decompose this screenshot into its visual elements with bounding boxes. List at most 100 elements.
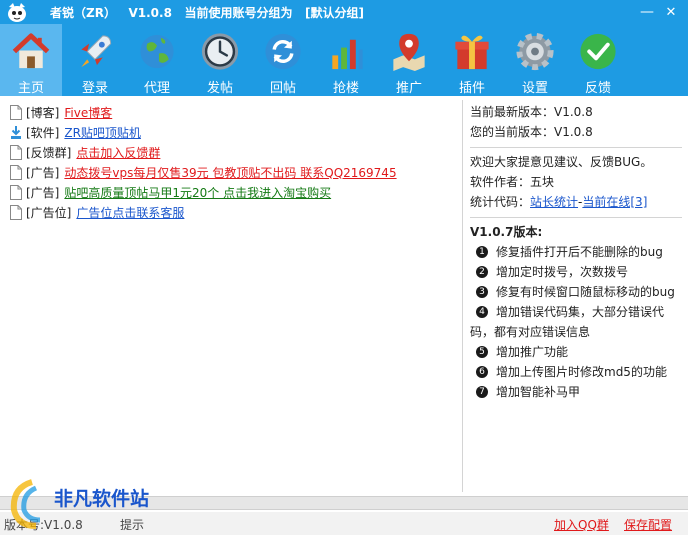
bar-chart-icon — [332, 39, 363, 70]
feedback-group-link[interactable]: 点击加入反馈群 — [76, 144, 160, 161]
bullet-number: 5 — [476, 346, 488, 358]
changelog-text: 修复插件打开后不能删除的bug — [496, 245, 663, 259]
info-panel: 当前最新版本：V1.0.8 您的当前版本：V1.0.8 欢迎大家提意见建议、反馈… — [470, 102, 682, 402]
bullet-number: 4 — [476, 306, 488, 318]
tab-promote[interactable]: 推广 — [378, 24, 440, 96]
window-title: 者锐（ZR） V1.0.8 当前使用账号分组为 [默认分组] — [50, 5, 364, 20]
document-icon — [10, 184, 22, 200]
tab-login-label: 登录 — [81, 81, 108, 96]
title-bar: 者锐（ZR） V1.0.8 当前使用账号分组为 [默认分组] — ✕ — [0, 0, 688, 24]
list-item: [博客] Five博客 — [4, 102, 459, 122]
document-icon — [10, 144, 22, 160]
author-text: 软件作者：五块 — [470, 175, 555, 189]
link-tag: [反馈群] — [26, 145, 72, 160]
blog-link[interactable]: Five博客 — [64, 104, 112, 121]
document-icon — [10, 164, 22, 180]
link-tag: [广告位] — [26, 205, 72, 220]
tab-home[interactable]: 主页 — [0, 24, 62, 96]
link-tag: [广告] — [26, 185, 60, 200]
download-icon — [11, 125, 21, 139]
tab-grab-floor-label: 抢楼 — [332, 81, 359, 96]
tab-post[interactable]: 发帖 — [189, 24, 251, 96]
gift-icon — [455, 35, 489, 70]
divider — [470, 217, 682, 218]
changelog-item: 5 增加推广功能 — [470, 342, 682, 362]
changelog-item: 3 修复有时候窗口随鼠标移动的bug — [470, 282, 682, 302]
app-logo-icon — [8, 3, 26, 22]
ad-slot-link[interactable]: 广告位点击联系客服 — [76, 204, 184, 221]
bullet-number: 7 — [476, 386, 488, 398]
panel-divider — [462, 100, 463, 492]
bullet-number: 1 — [476, 246, 488, 258]
ad-taobao-link[interactable]: 贴吧高质量顶帖马甲1元20个 点击我进入淘宝购买 — [64, 184, 331, 201]
status-bar: 版本号:V1.0.8 提示 加入QQ群 保存配置 — [0, 512, 688, 535]
tab-reply[interactable]: 回帖 — [252, 24, 314, 96]
stats-link[interactable]: 站长统计 — [530, 195, 578, 209]
current-version: 您的当前版本：V1.0.8 — [470, 125, 593, 139]
link-list: [博客] Five博客 [软件] ZR贴吧顶贴机 [反馈群] 点击加入反馈群 [… — [4, 102, 459, 222]
software-link[interactable]: ZR贴吧顶贴机 — [64, 124, 141, 141]
changelog-title: V1.0.7版本: — [470, 225, 543, 239]
list-item: [广告] 动态拨号vps每月仅售39元 包教顶贴不出码 联系QQ2169745 — [4, 162, 459, 182]
tab-login[interactable]: 登录 — [64, 24, 126, 96]
tab-grab-floor[interactable]: 抢楼 — [315, 24, 377, 96]
tab-proxy-label: 代理 — [143, 81, 170, 96]
changelog-text: 修复有时候窗口随鼠标移动的bug — [496, 285, 675, 299]
horizontal-scrollbar[interactable] — [0, 496, 688, 510]
welcome-text: 欢迎大家提意见建议、反馈BUG。 — [470, 155, 653, 169]
stats-row: 统计代码：站长统计-当前在线[3] — [470, 192, 682, 212]
gear-icon — [516, 32, 554, 71]
close-button[interactable]: ✕ — [660, 2, 682, 22]
refresh-icon — [265, 33, 301, 70]
document-icon — [10, 104, 22, 120]
tab-promote-label: 推广 — [395, 81, 422, 96]
ad-vps-link[interactable]: 动态拨号vps每月仅售39元 包教顶贴不出码 联系QQ2169745 — [64, 164, 396, 181]
tip-label: 提示 — [120, 518, 145, 532]
minimize-button[interactable]: — — [636, 2, 658, 22]
list-item: [反馈群] 点击加入反馈群 — [4, 142, 459, 162]
tab-plugins-label: 插件 — [458, 81, 485, 96]
tab-home-label: 主页 — [17, 81, 44, 96]
changelog-text: 增加定时拨号，次数拨号 — [496, 265, 629, 279]
checkmark-icon — [580, 33, 616, 70]
globe-icon — [140, 34, 174, 69]
link-tag: [软件] — [26, 125, 60, 140]
map-pin-icon — [393, 33, 425, 72]
changelog-item: 1 修复插件打开后不能删除的bug — [470, 242, 682, 262]
tab-settings-label: 设置 — [521, 81, 548, 96]
link-tag: [博客] — [26, 105, 60, 120]
bullet-number: 2 — [476, 266, 488, 278]
online-count-link[interactable]: 当前在线[3] — [582, 195, 647, 209]
changelog-item: 7 增加智能补马甲 — [470, 382, 682, 402]
list-item: [广告] 贴吧高质量顶帖马甲1元20个 点击我进入淘宝购买 — [4, 182, 459, 202]
rocket-icon — [81, 35, 112, 68]
version-label: 版本号:V1.0.8 — [4, 518, 83, 532]
divider — [470, 147, 682, 148]
clock-icon — [201, 33, 239, 70]
list-item: [广告位] 广告位点击联系客服 — [4, 202, 459, 222]
document-icon — [10, 204, 22, 220]
tab-plugins[interactable]: 插件 — [441, 24, 503, 96]
tab-feedback[interactable]: 反馈 — [567, 24, 629, 96]
changelog-item: 2 增加定时拨号，次数拨号 — [470, 262, 682, 282]
link-tag: [广告] — [26, 165, 60, 180]
tab-settings[interactable]: 设置 — [504, 24, 566, 96]
tab-reply-label: 回帖 — [269, 81, 296, 96]
tab-proxy[interactable]: 代理 — [126, 24, 188, 96]
changelog-continuation: 码，都有对应错误信息 — [470, 325, 591, 339]
stats-label: 统计代码： — [470, 195, 531, 209]
main-toolbar: 主页 登录 代理 发帖 回帖 抢楼 推广 插件 设置 反馈 — [0, 24, 688, 96]
home-icon — [12, 33, 50, 69]
bullet-number: 3 — [476, 286, 488, 298]
changelog-text: 增加错误代码集，大部分错误代 — [496, 305, 665, 319]
list-item: [软件] ZR贴吧顶贴机 — [4, 122, 459, 142]
bullet-number: 6 — [476, 366, 488, 378]
changelog-text: 增加推广功能 — [496, 345, 569, 359]
join-qq-group-link[interactable]: 加入QQ群 — [554, 516, 609, 533]
changelog-text: 增加上传图片时修改md5的功能 — [496, 365, 667, 379]
changelog-text: 增加智能补马甲 — [496, 385, 581, 399]
changelog-item: 6 增加上传图片时修改md5的功能 — [470, 362, 682, 382]
latest-version: 当前最新版本：V1.0.8 — [470, 105, 593, 119]
save-config-link[interactable]: 保存配置 — [624, 516, 672, 533]
tab-feedback-label: 反馈 — [584, 81, 611, 96]
